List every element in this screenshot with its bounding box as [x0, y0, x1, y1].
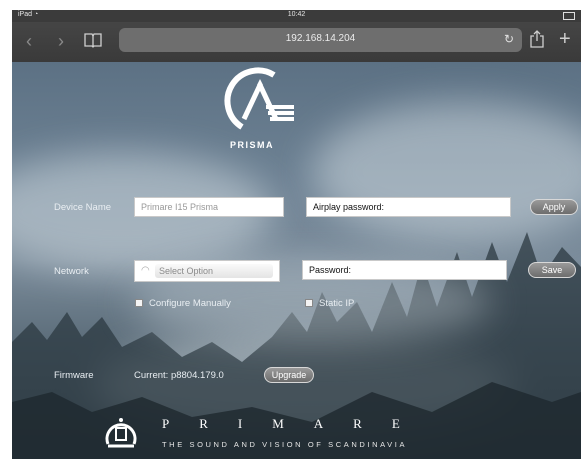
primare-wordmark: PRIMARE [162, 416, 430, 431]
reload-icon[interactable]: ↻ [504, 32, 514, 46]
configure-manually-checkbox[interactable] [135, 299, 143, 307]
settings-page: PRISMA Device Name Primare I15 Prisma Ai… [12, 62, 581, 459]
airplay-password-input[interactable]: Airplay password: [306, 197, 511, 217]
new-tab-icon[interactable]: + [559, 28, 571, 50]
url-text: 192.168.14.204 [285, 33, 356, 44]
fog [312, 102, 581, 242]
ipad-screen: iPad ◔ 10:42 ‹ › 192.168.14.204 ↻ + PRIS… [12, 10, 581, 459]
network-select-value: Select Option [155, 264, 273, 278]
configure-manually-label: Configure Manually [149, 298, 231, 309]
bookmarks-icon[interactable] [84, 31, 102, 53]
upgrade-button[interactable]: Upgrade [264, 367, 314, 383]
apply-button[interactable]: Apply [530, 199, 578, 215]
back-icon[interactable]: ‹ [26, 30, 32, 52]
firmware-label: Firmware [54, 370, 94, 381]
address-bar[interactable]: 192.168.14.204 ↻ [119, 28, 522, 52]
primare-tagline: THE SOUND AND VISION OF SCANDINAVIA [162, 440, 408, 449]
network-password-input[interactable]: Password: [302, 260, 507, 280]
share-icon[interactable] [530, 30, 544, 53]
primare-emblem-icon [105, 418, 137, 448]
firmware-current-version: Current: p8804.179.0 [134, 370, 224, 381]
network-label: Network [54, 266, 89, 277]
clock: 10:42 [287, 11, 306, 18]
device-name-input[interactable]: Primare I15 Prisma [134, 197, 284, 217]
static-ip-checkbox[interactable] [305, 299, 313, 307]
static-ip-label: Static IP [319, 298, 355, 309]
wifi-icon: ◠ [141, 265, 150, 276]
device-name-label: Device Name [54, 202, 112, 213]
browser-toolbar: ‹ › 192.168.14.204 ↻ + [12, 22, 581, 62]
status-bar: iPad ◔ 10:42 [12, 10, 581, 22]
save-button[interactable]: Save [528, 262, 576, 278]
prisma-wordmark: PRISMA [230, 140, 275, 150]
battery-icon [563, 12, 575, 20]
network-select[interactable]: ◠ Select Option [134, 260, 280, 282]
forward-icon[interactable]: › [58, 30, 64, 52]
